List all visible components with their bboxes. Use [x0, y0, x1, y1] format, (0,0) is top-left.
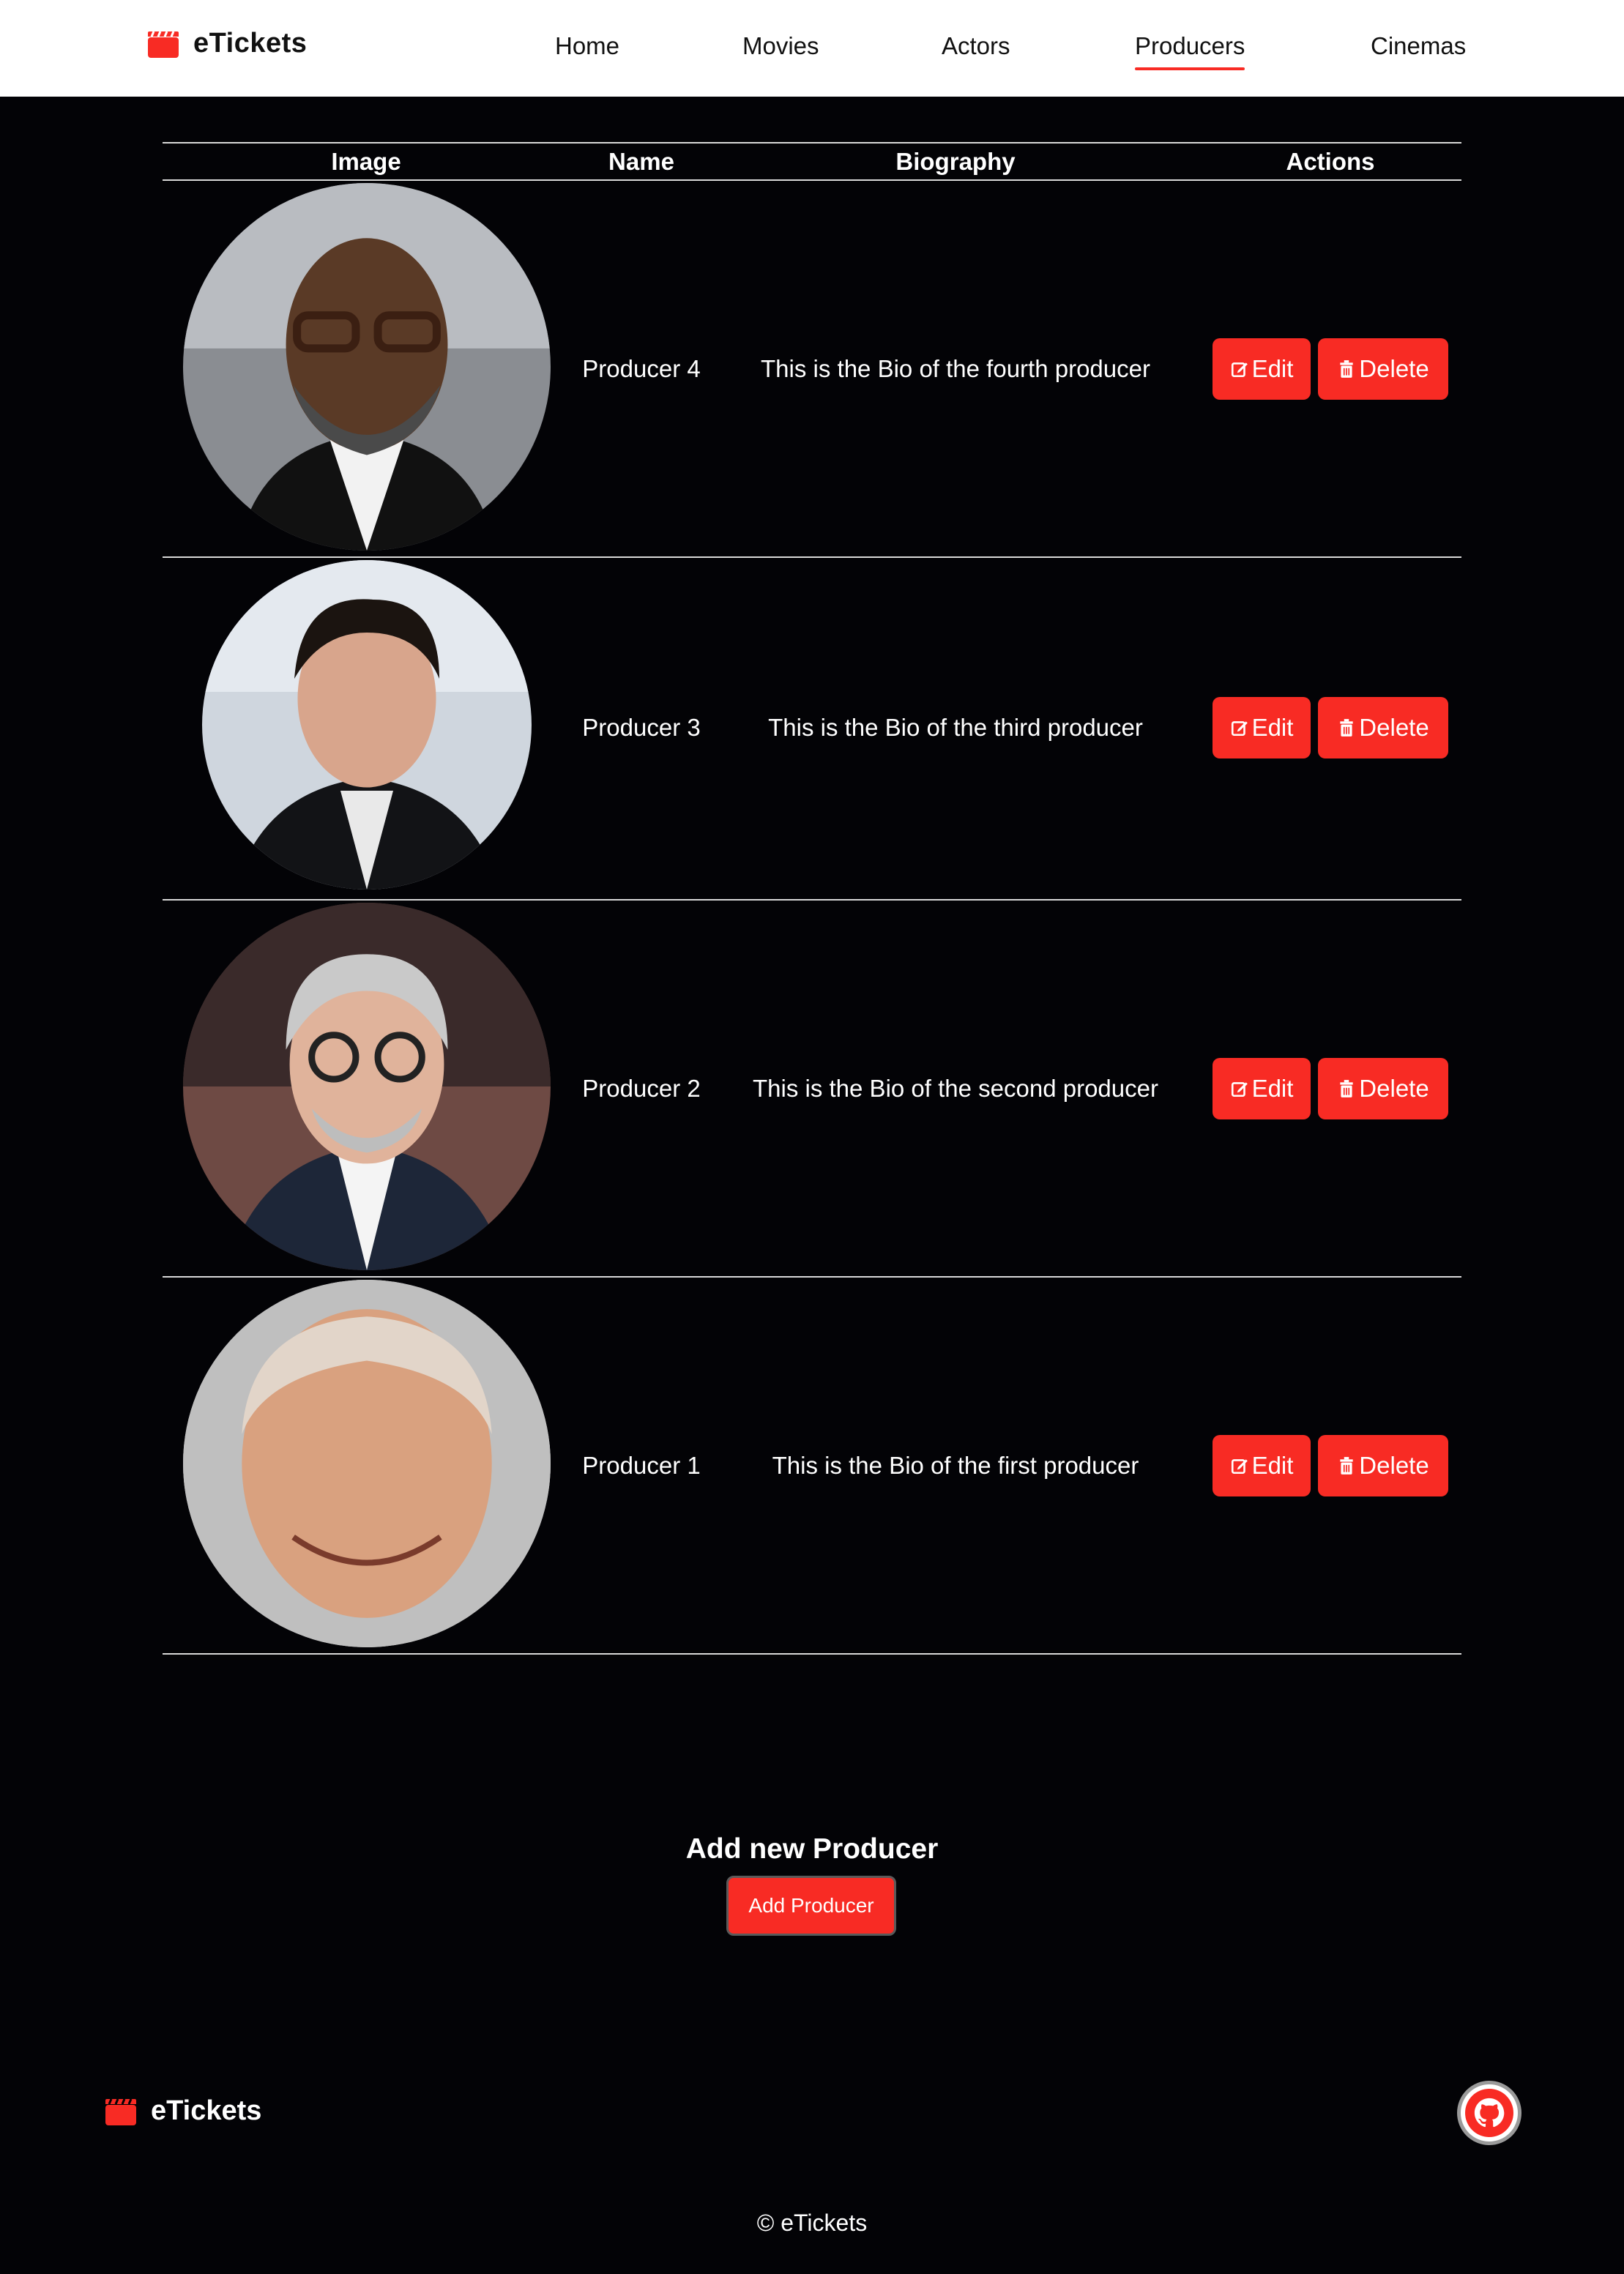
nav-producers[interactable]: Producers — [1135, 32, 1245, 70]
edit-button[interactable]: Edit — [1213, 697, 1311, 758]
edit-icon — [1231, 1459, 1248, 1475]
header-actions: Actions — [1286, 148, 1375, 175]
delete-label: Delete — [1359, 714, 1429, 741]
delete-label: Delete — [1359, 1452, 1429, 1479]
delete-label: Delete — [1359, 1075, 1429, 1102]
brand-logo[interactable]: eTickets — [148, 28, 307, 59]
producer-photo — [183, 903, 551, 1270]
table-row: Producer 3 This is the Bio of the third … — [163, 558, 1461, 901]
edit-icon — [1231, 362, 1248, 378]
add-producer-button[interactable]: Add Producer — [726, 1876, 896, 1936]
producer-photo — [183, 1280, 551, 1647]
trash-icon — [1340, 360, 1353, 378]
trash-icon — [1340, 719, 1353, 737]
edit-icon — [1231, 721, 1248, 737]
table-row: Producer 4 This is the Bio of the fourth… — [163, 181, 1461, 558]
producer-name: Producer 1 — [582, 1452, 701, 1479]
delete-button[interactable]: Delete — [1318, 697, 1448, 758]
nav-movies[interactable]: Movies — [742, 32, 819, 60]
navbar: eTickets Home Movies Actors Producers Ci… — [0, 0, 1624, 97]
producer-bio: This is the Bio of the second producer — [753, 1075, 1158, 1102]
producers-table: Image Name Biography Actions Producer 4 … — [163, 142, 1461, 1655]
edit-icon — [1231, 1082, 1248, 1097]
header-name: Name — [608, 148, 674, 175]
clapperboard-icon — [105, 2098, 136, 2125]
delete-label: Delete — [1359, 355, 1429, 382]
delete-button[interactable]: Delete — [1318, 1435, 1448, 1496]
clapperboard-icon — [148, 30, 179, 58]
header-biography: Biography — [895, 148, 1016, 175]
copyright: © eTickets — [756, 2210, 868, 2236]
edit-button[interactable]: Edit — [1213, 338, 1311, 400]
footer-brand-name: eTickets — [151, 2095, 262, 2126]
trash-icon — [1340, 1457, 1353, 1475]
github-icon — [1465, 2089, 1513, 2137]
delete-button[interactable]: Delete — [1318, 338, 1448, 400]
producer-bio: This is the Bio of the fourth producer — [761, 355, 1150, 382]
producer-bio: This is the Bio of the third producer — [768, 714, 1143, 741]
producer-name: Producer 3 — [582, 714, 701, 741]
edit-label: Edit — [1251, 1452, 1294, 1479]
add-producer-title: Add new Producer — [685, 1833, 939, 1865]
edit-label: Edit — [1251, 1075, 1294, 1102]
nav-actors[interactable]: Actors — [942, 32, 1010, 60]
trash-icon — [1340, 1080, 1353, 1097]
producer-photo — [183, 183, 551, 551]
edit-button[interactable]: Edit — [1213, 1435, 1311, 1496]
nav-home[interactable]: Home — [555, 32, 619, 60]
nav-cinemas[interactable]: Cinemas — [1371, 32, 1466, 60]
github-link[interactable] — [1457, 2081, 1521, 2145]
producer-bio: This is the Bio of the first producer — [772, 1452, 1139, 1479]
footer-brand[interactable]: eTickets — [105, 2095, 261, 2127]
table-header: Image Name Biography Actions — [163, 142, 1461, 181]
edit-button[interactable]: Edit — [1213, 1058, 1311, 1119]
brand-name: eTickets — [193, 28, 308, 59]
producer-name: Producer 4 — [582, 355, 701, 382]
producer-name: Producer 2 — [582, 1075, 701, 1102]
delete-button[interactable]: Delete — [1318, 1058, 1448, 1119]
producer-photo — [202, 560, 532, 890]
table-row: Producer 1 This is the Bio of the first … — [163, 1278, 1461, 1655]
edit-label: Edit — [1251, 355, 1294, 382]
header-image: Image — [331, 148, 401, 175]
edit-label: Edit — [1251, 714, 1294, 741]
table-row: Producer 2 This is the Bio of the second… — [163, 901, 1461, 1278]
